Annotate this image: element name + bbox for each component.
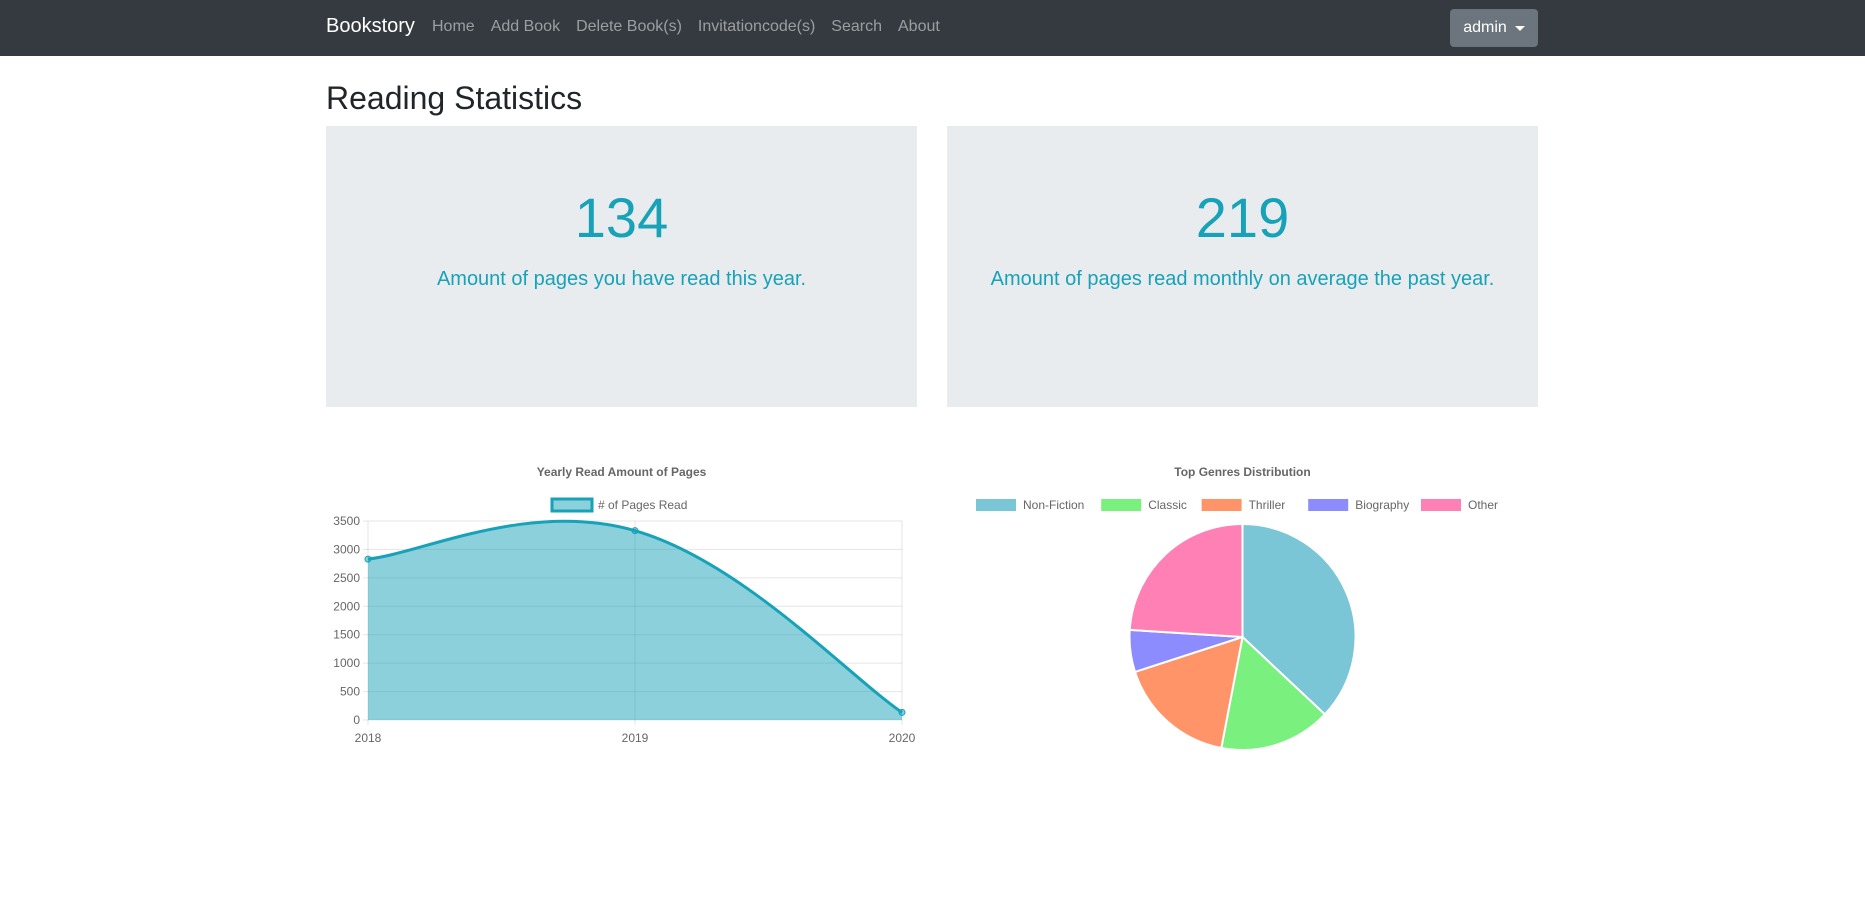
legend-label: # of Pages Read <box>598 498 687 512</box>
y-tick-label: 500 <box>340 685 360 699</box>
nav-link-home[interactable]: Home <box>432 18 475 36</box>
brand-link[interactable]: Bookstory <box>326 15 415 38</box>
nav-link-about[interactable]: About <box>898 18 940 36</box>
y-tick-label: 2000 <box>333 599 360 613</box>
data-point <box>631 527 639 535</box>
nav-link-delete-books[interactable]: Delete Book(s) <box>576 18 682 36</box>
legend-label: Classic <box>1148 498 1187 512</box>
legend-swatch <box>550 497 594 513</box>
stat-label-monthly: Amount of pages read monthly on average … <box>990 268 1495 290</box>
page-title: Reading Statistics <box>326 80 583 116</box>
legend-swatch <box>1421 499 1461 511</box>
y-tick-label: 1500 <box>333 628 360 642</box>
x-tick-label: 2020 <box>889 731 916 745</box>
legend-swatch <box>976 499 1016 511</box>
nav-link-search[interactable]: Search <box>831 18 882 36</box>
user-name: admin <box>1463 19 1507 36</box>
legend-swatch <box>1308 499 1349 511</box>
chart-title: Yearly Read Amount of Pages <box>537 465 707 479</box>
legend-label: Non-Fiction <box>1023 498 1084 512</box>
legend-swatch <box>1201 499 1242 511</box>
nav-links: Home Add Book Delete Book(s) Invitationc… <box>432 18 956 36</box>
stat-value-monthly: 219 <box>1195 186 1290 249</box>
y-tick-label: 3500 <box>333 514 360 528</box>
stat-value-year: 134 <box>574 186 669 249</box>
genres-chart: Top Genres Distribution Non-Fiction Class… <box>947 455 1538 765</box>
nav-link-invitationcodes[interactable]: Invitationcode(s) <box>698 18 815 36</box>
genres-chart-svg: Top Genres Distribution Non-Fiction Class… <box>976 465 1498 751</box>
legend-swatch <box>1101 499 1142 511</box>
x-tick-label: 2019 <box>622 731 649 745</box>
yearly-pages-chart: Yearly Read Amount of Pages # of Pages R… <box>326 455 917 765</box>
data-point <box>364 555 372 563</box>
chart-title: Top Genres Distribution <box>1174 465 1310 479</box>
caret-down-icon <box>1514 25 1525 31</box>
nav-link-add-book[interactable]: Add Book <box>491 18 560 36</box>
pie-slice <box>1128 522 1244 639</box>
stat-label-year: Amount of pages you have read this year. <box>436 268 807 290</box>
area-fill <box>368 521 902 720</box>
navbar: Bookstory Home Add Book Delete Book(s) I… <box>0 0 1865 56</box>
y-tick-label: 1000 <box>333 656 360 670</box>
x-tick-label: 2018 <box>355 731 382 745</box>
y-tick-label: 0 <box>353 713 360 727</box>
y-tick-label: 3000 <box>333 542 360 556</box>
legend-label: Other <box>1468 498 1498 512</box>
stat-card-monthly: 219 Amount of pages read monthly on aver… <box>947 126 1538 407</box>
y-tick-label: 2500 <box>333 571 360 585</box>
legend-label: Biography <box>1355 498 1409 512</box>
stat-card-year: 134 Amount of pages you have read this y… <box>326 126 917 407</box>
yearly-pages-chart-svg: Yearly Read Amount of Pages # of Pages R… <box>333 465 916 745</box>
data-point <box>898 708 906 716</box>
user-dropdown-button[interactable]: admin <box>1450 9 1538 47</box>
legend-label: Thriller <box>1249 498 1286 512</box>
